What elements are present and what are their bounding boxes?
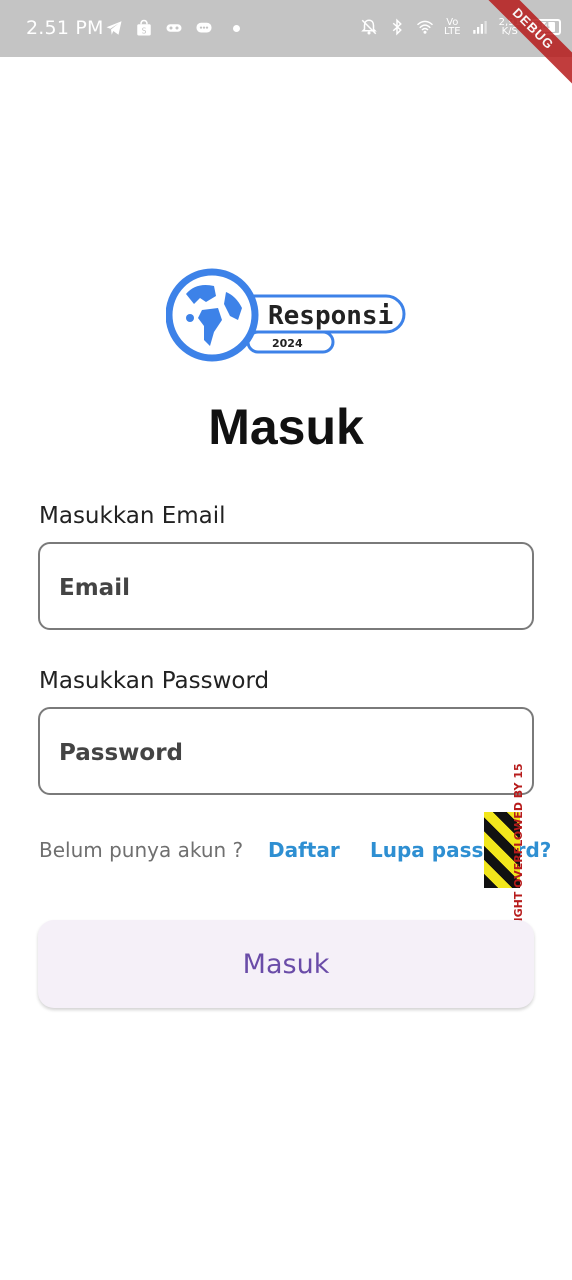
- logo-year: 2024: [272, 337, 303, 350]
- password-placeholder: Password: [59, 740, 183, 766]
- password-field[interactable]: Password: [38, 707, 534, 795]
- logo-text: Responsi: [268, 301, 393, 331]
- overflow-warning-text: RIGHT OVERFLOWED BY 15 PIXELS: [512, 760, 525, 930]
- password-label: Masukkan Password: [39, 668, 270, 694]
- network-type: Vo LTE: [444, 17, 461, 37]
- signal-icon: [472, 21, 487, 34]
- chat-bubble-icon: [196, 22, 212, 33]
- app-logo: Responsi 2024: [166, 268, 406, 362]
- telegram-icon: [106, 21, 122, 35]
- login-button[interactable]: Masuk: [38, 920, 534, 1008]
- status-time: 2.51 PM: [26, 17, 104, 39]
- status-bar: 2.51 PM S Vo LTE 2,91 K/S 84: [0, 0, 572, 57]
- svg-text:S: S: [142, 26, 147, 35]
- dot-icon: [233, 24, 240, 32]
- page-title: Masuk: [208, 399, 364, 455]
- shopee-icon: S: [137, 19, 151, 36]
- email-field[interactable]: Email: [38, 542, 534, 630]
- email-placeholder: Email: [59, 575, 130, 601]
- email-label: Masukkan Email: [39, 503, 226, 529]
- bluetooth-icon: [392, 18, 402, 36]
- bell-off-icon: [361, 19, 377, 35]
- no-account-text: Belum punya akun ?: [39, 838, 244, 862]
- register-link[interactable]: Daftar: [268, 838, 340, 862]
- wifi-icon: [416, 20, 434, 34]
- game-controller-icon: [166, 24, 182, 32]
- status-left-icons: S: [105, 19, 240, 37]
